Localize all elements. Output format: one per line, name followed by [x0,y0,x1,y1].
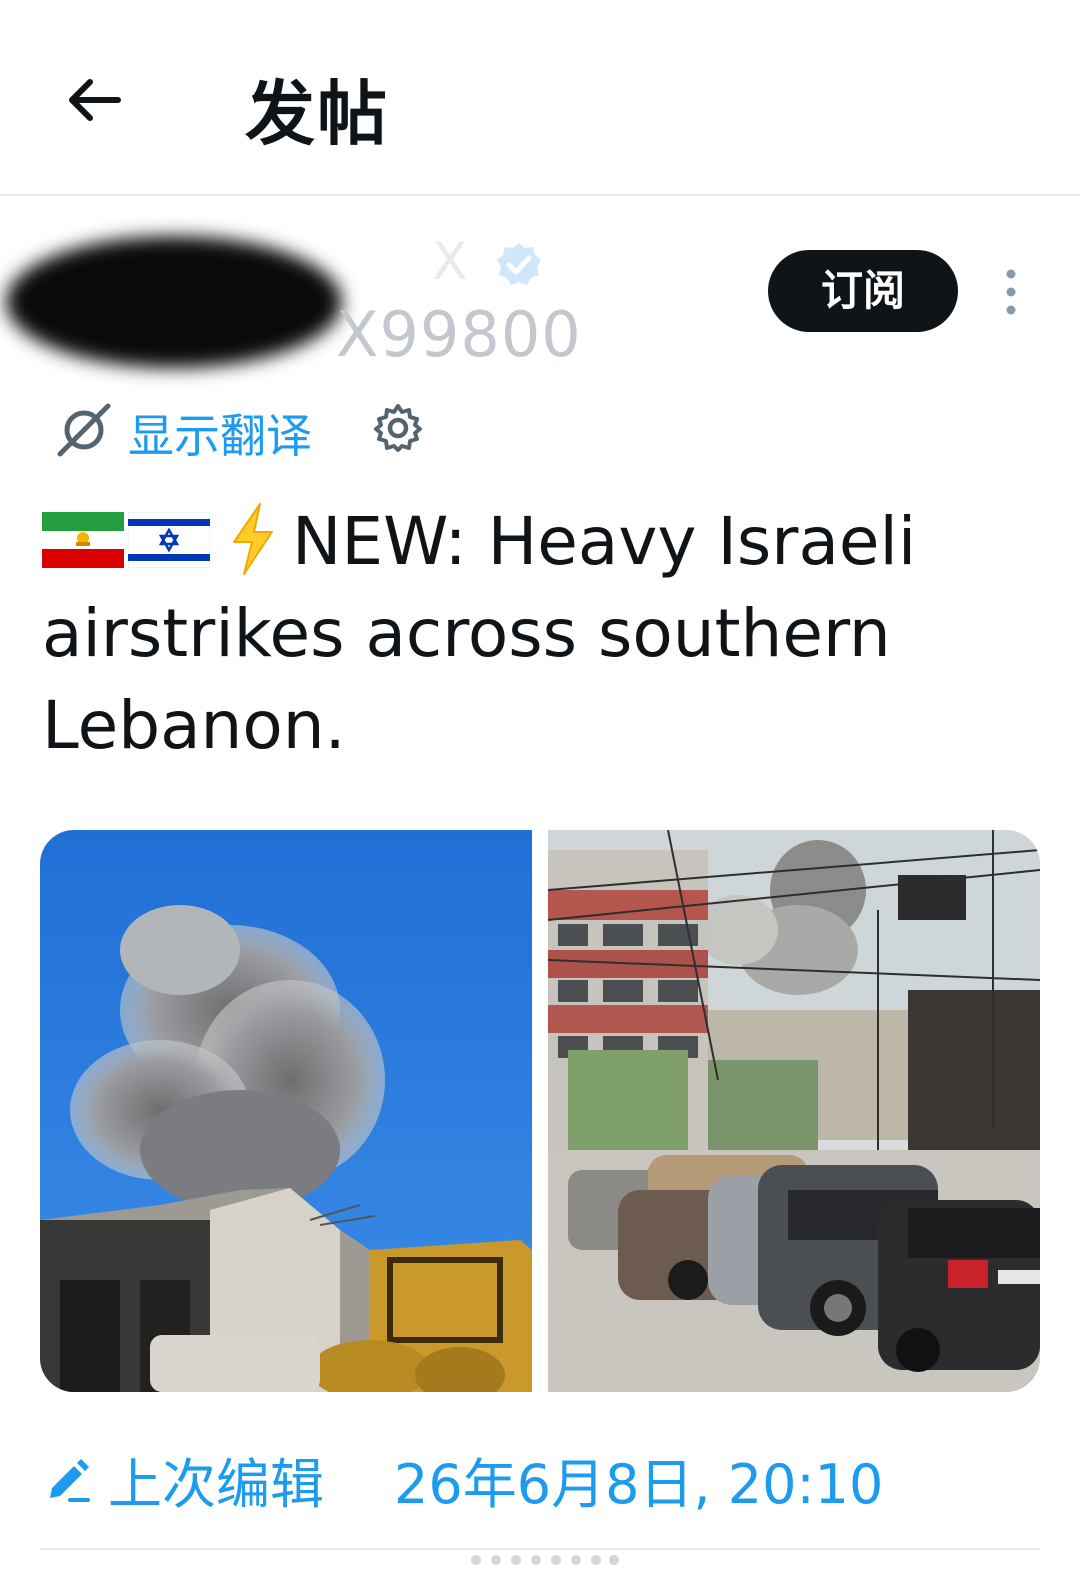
gear-icon[interactable] [372,402,424,454]
show-translation-link[interactable]: 显示翻译 [128,400,312,466]
more-options-icon[interactable] [996,266,1026,318]
page-title: 发帖 [245,73,389,155]
top-bar: 发帖 [0,0,1080,196]
pencil-edit-icon [50,1459,90,1502]
lightning-bolt-icon [233,503,273,575]
verified-badge-icon [497,243,541,285]
iran-lion-sun-flag-icon [42,512,124,568]
media-grid [40,830,1040,1392]
watermark-dots [471,1555,619,1565]
author-handle[interactable]: X99800 [336,298,582,371]
israel-flag-icon [128,512,210,568]
redacted-avatar-and-name [6,236,342,368]
subscribe-button[interactable]: 订阅 [768,250,958,332]
back-arrow-icon[interactable] [62,68,126,132]
damaged-street-photo[interactable] [548,830,1040,1392]
post-body: NEW: Heavy Israeli airstrikes across sou… [42,496,1042,772]
translate-globe-icon [57,403,111,457]
author-name-fragment[interactable]: X [432,232,468,292]
last-edited-link[interactable]: 上次编辑 [108,1440,324,1519]
divider [40,1548,1040,1550]
last-edited-date[interactable]: 26年6月8日, 20:10 [394,1440,883,1519]
airstrike-smoke-photo[interactable] [40,830,532,1392]
